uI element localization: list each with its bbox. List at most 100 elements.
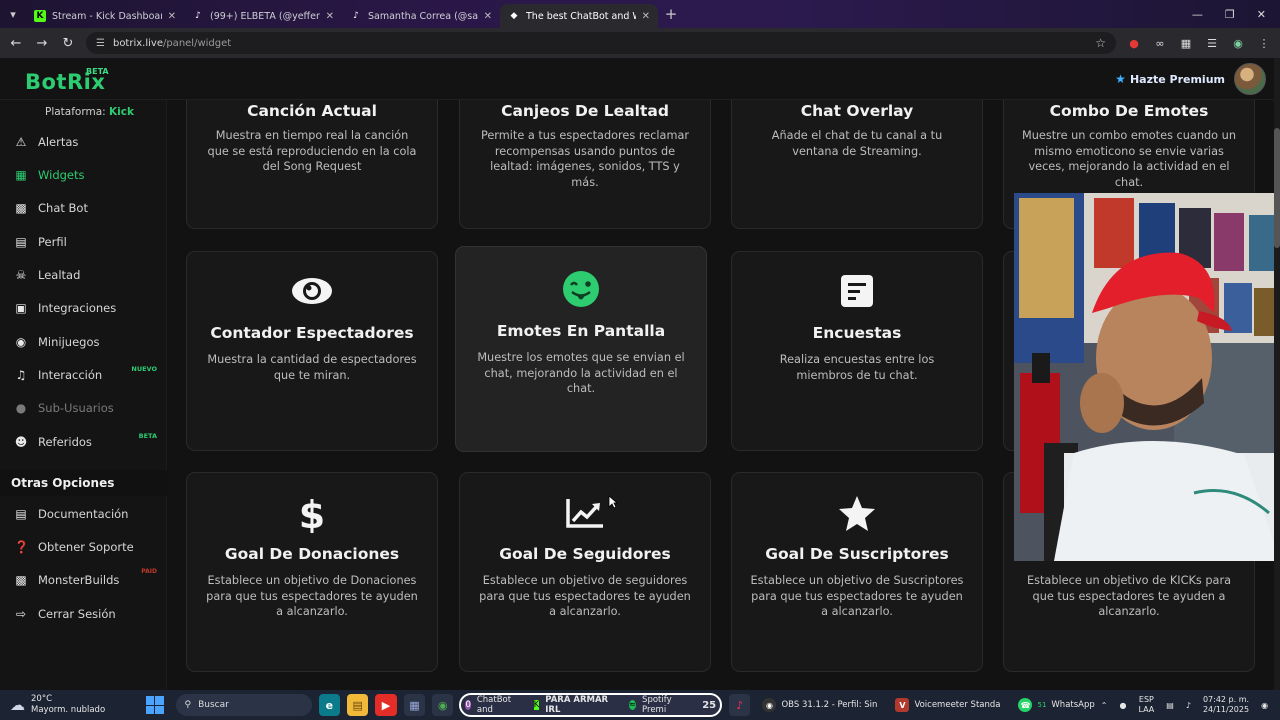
close-icon[interactable]: ✕ [168, 11, 176, 22]
obs-icon: ◉ [762, 698, 777, 712]
link-icon[interactable]: ∞ [1152, 35, 1168, 51]
referral-icon: ☻ [14, 435, 28, 449]
widget-card-contador-espectadores[interactable]: Contador Espectadores Muestra la cantida… [186, 251, 438, 451]
chevron-up-icon[interactable]: ⌃ [1101, 701, 1108, 710]
sidebar-item-documentacion[interactable]: ▤ Documentación [0, 500, 167, 528]
obs-task[interactable]: ◉ OBS 31.1.2 - Perfil: Sin [756, 693, 883, 717]
widget-description: Realiza encuestas entre los miembros de … [779, 353, 935, 382]
widget-description: Añade el chat de tu canal a tu ventana d… [771, 129, 943, 158]
sidebar-item-label: MonsterBuilds [38, 573, 120, 587]
browser-tab-botrix[interactable]: ◆ The best ChatBot and Widgets ✕ [500, 4, 658, 28]
edge-icon[interactable]: e [318, 694, 340, 716]
sidebar-item-interaccion[interactable]: ♫ Interacción NUEVO [0, 361, 167, 389]
menu-icon[interactable]: ⋮ [1256, 35, 1272, 51]
media-control-icon[interactable]: ☰ [1204, 35, 1220, 51]
extension-red-icon[interactable]: ● [1126, 35, 1142, 51]
sidebar-item-monsterbuilds[interactable]: ▩ MonsterBuilds PAID [0, 566, 167, 594]
close-icon[interactable]: ✕ [326, 11, 334, 22]
sidebar-item-minijuegos[interactable]: ◉ Minijuegos [0, 328, 167, 356]
language-indicator[interactable]: ESP LAA [1138, 695, 1154, 715]
platform-value: Kick [109, 106, 134, 118]
webcam-overlay [1014, 193, 1280, 561]
network-icon[interactable]: ▤ [1166, 701, 1174, 710]
users-icon: ● [15, 401, 27, 415]
reload-icon[interactable]: ↻ [60, 36, 76, 51]
sidebar-item-perfil[interactable]: ▤ Perfil [0, 228, 167, 256]
paid-badge: PAID [141, 568, 157, 575]
microphone-icon[interactable]: ● [1119, 701, 1126, 710]
beta-badge: BETA [86, 67, 109, 76]
browser-tab-tiktok-1[interactable]: ♪ (99+) ELBETA (@yeffersonbeta) ✕ [184, 4, 342, 28]
speaker-icon[interactable]: ♪ [1186, 701, 1191, 710]
browser-tab-kick[interactable]: K Stream - Kick Dashboard - ✕ [26, 4, 184, 28]
sidebar-item-referidos[interactable]: ☻ Referidos BETA [0, 428, 167, 456]
profile-icon[interactable]: ◉ [1230, 35, 1246, 51]
spotify-count: 25 [702, 699, 717, 711]
widget-card-canjeos-lealtad[interactable]: Canjeos De Lealtad Permite a tus especta… [459, 100, 711, 229]
back-icon[interactable]: ← [8, 36, 24, 51]
address-bar[interactable]: ☰ botrix.live/panel/widget ☆ [86, 32, 1116, 54]
tiktok-icon[interactable]: ♪ [729, 694, 751, 716]
widget-card-goal-suscriptores[interactable]: Goal De Suscriptores Establece un objeti… [731, 472, 983, 672]
close-window-icon[interactable]: ✕ [1257, 8, 1266, 21]
windows-start-icon[interactable] [146, 696, 164, 714]
maximize-icon[interactable]: ❐ [1225, 8, 1235, 21]
page-scrollbar[interactable] [1274, 58, 1280, 690]
trophy-icon: ☠ [15, 268, 27, 282]
widget-card-encuestas[interactable]: Encuestas Realiza encuestas entre los mi… [731, 251, 983, 451]
chrome-icon[interactable]: ◉ [432, 694, 454, 716]
widget-card-goal-seguidores[interactable]: Goal De Seguidores Establece un objetivo… [459, 472, 711, 672]
close-icon[interactable]: ✕ [484, 11, 492, 22]
sidebar-item-alertas[interactable]: ⚠ Alertas [0, 128, 167, 156]
new-tab-button[interactable]: + [660, 3, 682, 25]
music-icon: ♫ [15, 368, 27, 382]
minimize-icon[interactable]: — [1192, 8, 1203, 21]
tab-search-chevron-icon[interactable]: ▾ [0, 0, 26, 28]
warning-icon: ⚠ [15, 135, 27, 149]
sidebar-item-lealtad[interactable]: ☠ Lealtad [0, 261, 167, 289]
widget-card-chat-overlay[interactable]: Chat Overlay Añade el chat de tu canal a… [731, 100, 983, 229]
site-info-icon[interactable]: ☰ [96, 38, 105, 49]
widget-card-goal-donaciones[interactable]: $ Goal De Donaciones Establece un objeti… [186, 472, 438, 672]
scrollbar-thumb[interactable] [1274, 128, 1280, 248]
window-controls: — ❐ ✕ [1192, 8, 1280, 21]
browser-tab-tiktok-2[interactable]: ♪ Samantha Correa (@samcorrea ✕ [342, 4, 500, 28]
robot-icon: ▩ [15, 201, 27, 215]
id-card-icon: ▤ [15, 235, 27, 249]
widget-card-cancion-actual[interactable]: Canción Actual Muestra en tiempo real la… [186, 100, 438, 229]
sidebar-item-sub-usuarios[interactable]: ● Sub-Usuarios [0, 394, 167, 422]
folder-icon[interactable]: ▤ [347, 694, 369, 716]
notifications-icon[interactable]: ◉ [1261, 701, 1268, 710]
premium-button[interactable]: ★ Hazte Premium [1115, 72, 1225, 86]
voicemeeter-task[interactable]: V Voicemeeter Standa [889, 693, 1006, 717]
sidebar-item-soporte[interactable]: ❓ Obtener Soporte [0, 533, 167, 561]
widget-title: Goal De Suscriptores [765, 545, 949, 563]
sidebar-item-widgets[interactable]: ▦ Widgets [0, 161, 167, 189]
chatbot-task-label: ChatBot and [476, 695, 512, 715]
sidebar-item-integraciones[interactable]: ▣ Integraciones [0, 294, 167, 322]
extensions-puzzle-icon[interactable]: ▦ [1178, 35, 1194, 51]
widget-description: Establece un objetivo de KICKs para que … [1026, 574, 1232, 618]
svg-text:$: $ [299, 495, 325, 533]
taskbar-app-group[interactable]: 0 ChatBot and K PARA ARMAR IRL ≈ Spotify… [459, 693, 723, 717]
sidebar-item-chatbot[interactable]: ▩ Chat Bot [0, 194, 167, 222]
clock[interactable]: 07:42 p. m. 24/11/2025 [1203, 695, 1249, 715]
forward-icon[interactable]: → [34, 36, 50, 51]
youtube-icon[interactable]: ▶ [375, 694, 397, 716]
bookmark-star-icon[interactable]: ☆ [1095, 36, 1106, 50]
store-icon[interactable]: ▦ [403, 694, 426, 716]
platform-indicator: Plataforma: Kick [45, 106, 134, 118]
close-icon[interactable]: ✕ [642, 11, 650, 22]
taskbar-search[interactable]: ⚲ Buscar [175, 694, 312, 716]
whatsapp-task[interactable]: ☎ 51 WhatsApp [1012, 693, 1100, 717]
premium-label: Hazte Premium [1129, 72, 1225, 86]
sidebar-item-label: Integraciones [38, 301, 117, 315]
weather-widget[interactable]: ☁ 20°C Mayorm. nublado [0, 694, 141, 716]
widget-title: Chat Overlay [800, 102, 914, 120]
cloud-icon: ☁ [10, 696, 25, 714]
new-badge: NUEVO [131, 365, 157, 373]
avatar[interactable] [1234, 63, 1266, 95]
sidebar-item-cerrar-sesion[interactable]: ⇨ Cerrar Sesión [0, 600, 167, 628]
grid-icon: ▦ [15, 168, 27, 182]
widget-card-emotes-pantalla[interactable]: Emotes En Pantalla Muestre los emotes qu… [455, 246, 707, 452]
